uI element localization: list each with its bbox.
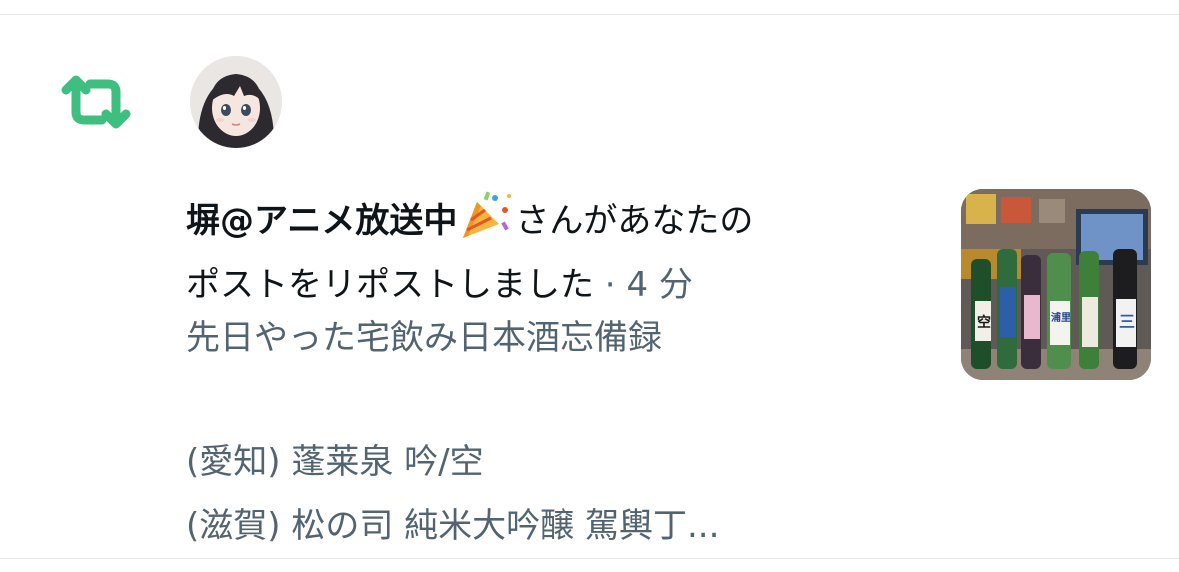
repost-notification-text[interactable]: 塀@アニメ放送中 さんがあなたの ポストをリポストしました · 4 分 xyxy=(186,188,906,317)
repost-icon xyxy=(61,75,131,129)
party-popper-icon xyxy=(463,191,512,238)
bottle-label-sora: 空 xyxy=(977,314,991,331)
separator: · xyxy=(594,265,627,305)
timestamp[interactable]: 4 分 xyxy=(626,265,692,305)
avatar[interactable] xyxy=(190,56,282,148)
post-thumbnail[interactable]: 空 浦里 三 xyxy=(961,189,1151,380)
bottle-label-urazato: 浦里 xyxy=(1051,311,1071,324)
post-preview[interactable]: 先日やった宅飲み日本酒忘備録 (愛知) 蓬莱泉 吟/空 (滋賀) 松の司 純米大… xyxy=(186,306,926,558)
preview-line-3: (滋賀) 松の司 純米大吟醸 駕輿丁... xyxy=(186,506,720,546)
bottom-divider xyxy=(0,558,1179,559)
action-text-2: ポストをリポストしました xyxy=(186,265,594,305)
user-name[interactable]: 塀@アニメ放送中 xyxy=(186,201,457,241)
action-text-1: さんがあなたの xyxy=(515,201,754,241)
top-divider xyxy=(0,14,1179,15)
preview-line-2: (愛知) 蓬莱泉 吟/空 xyxy=(186,442,484,482)
preview-line-1: 先日やった宅飲み日本酒忘備録 xyxy=(186,318,662,358)
bottle-label-san: 三 xyxy=(1119,312,1135,331)
